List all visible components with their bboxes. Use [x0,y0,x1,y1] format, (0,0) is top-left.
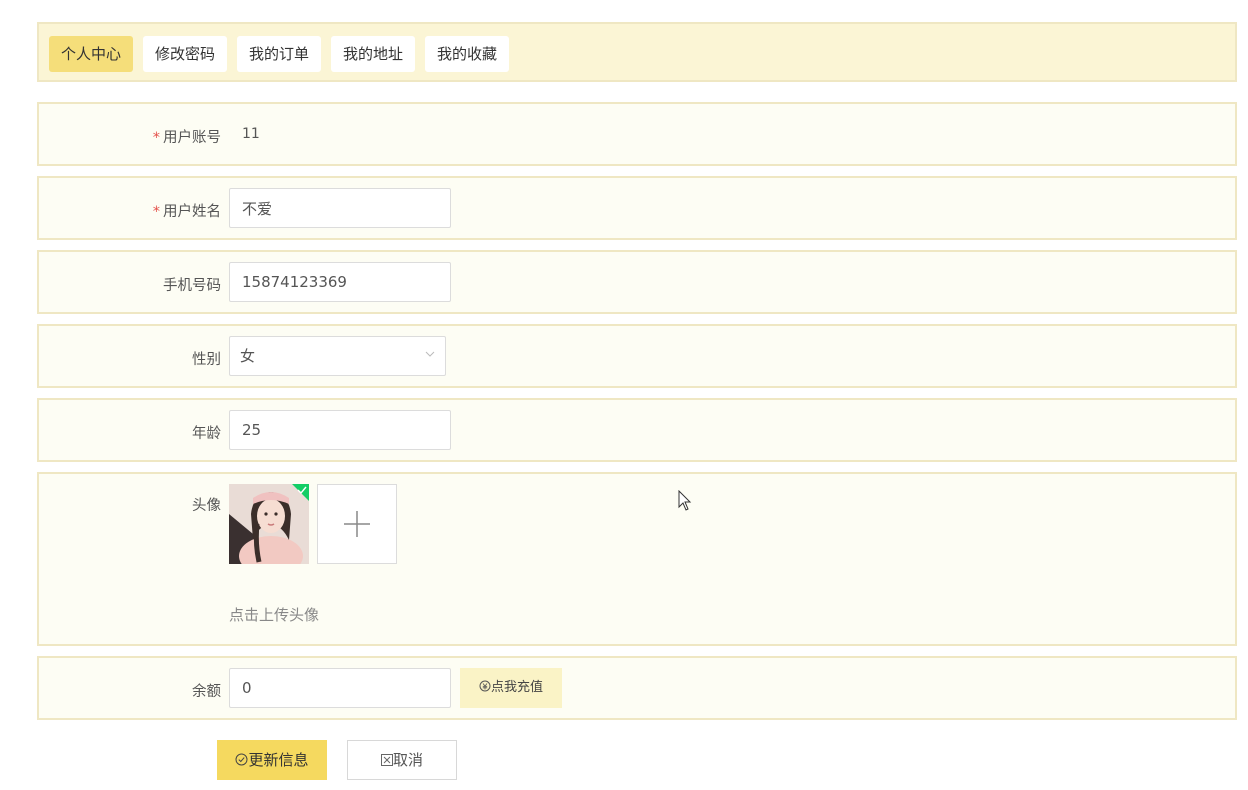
gender-label: 性别 [192,352,221,368]
phone-input[interactable] [229,262,451,302]
tab-my-favorites[interactable]: 我的收藏 [425,36,509,72]
form-row-balance: 余额 点我充值 [37,656,1237,720]
name-input[interactable] [229,188,451,228]
balance-label: 余额 [192,684,221,700]
form-row-age: 年龄 [37,398,1237,462]
phone-label: 手机号码 [163,278,221,294]
form-row-avatar: 头像 点击上传头像 [37,472,1237,646]
form-row-name: * 用户姓名 [37,176,1237,240]
check-icon [297,486,307,494]
mouse-cursor-icon [678,490,692,511]
avatar-upload-button[interactable] [317,484,397,564]
age-input[interactable] [229,410,451,450]
profile-page: 个人中心 修改密码 我的订单 我的地址 我的收藏 * 用户账号 11 * 用户姓名 … [0,0,1248,790]
account-value: 11 [242,126,260,142]
update-info-button[interactable]: 更新信息 [217,740,327,780]
recharge-label: 点我充值 [490,680,543,695]
tab-change-password[interactable]: 修改密码 [143,36,227,72]
name-label: * 用户姓名 [152,204,221,220]
avatar-upload-hint: 点击上传头像 [229,606,320,624]
update-info-label: 更新信息 [248,751,309,769]
form-row-gender: 性别 女 [37,324,1237,388]
avatar-label: 头像 [192,498,221,514]
required-mark: * [152,204,160,220]
chevron-down-icon [425,351,435,357]
tab-personal-center[interactable]: 个人中心 [49,36,133,72]
gender-selected-value: 女 [240,347,256,365]
tab-my-addresses[interactable]: 我的地址 [331,36,415,72]
coin-icon [479,680,491,692]
plus-icon [344,511,370,537]
cancel-label: 取消 [392,751,423,769]
required-mark: * [152,130,160,146]
recharge-button[interactable]: 点我充值 [460,668,562,708]
avatar-portrait [229,484,309,564]
tab-my-orders[interactable]: 我的订单 [237,36,321,72]
gender-select[interactable]: 女 [229,336,446,376]
form-row-account: * 用户账号 11 [37,102,1237,166]
avatar-image[interactable] [229,484,309,564]
close-box-icon [380,754,393,766]
balance-input[interactable] [229,668,451,708]
age-label: 年龄 [192,426,221,442]
form-row-phone: 手机号码 [37,250,1237,314]
cancel-button[interactable]: 取消 [347,740,457,780]
check-circle-icon [235,753,248,766]
account-label: * 用户账号 [152,130,221,146]
tabs-bar: 个人中心 修改密码 我的订单 我的地址 我的收藏 [37,22,1237,82]
